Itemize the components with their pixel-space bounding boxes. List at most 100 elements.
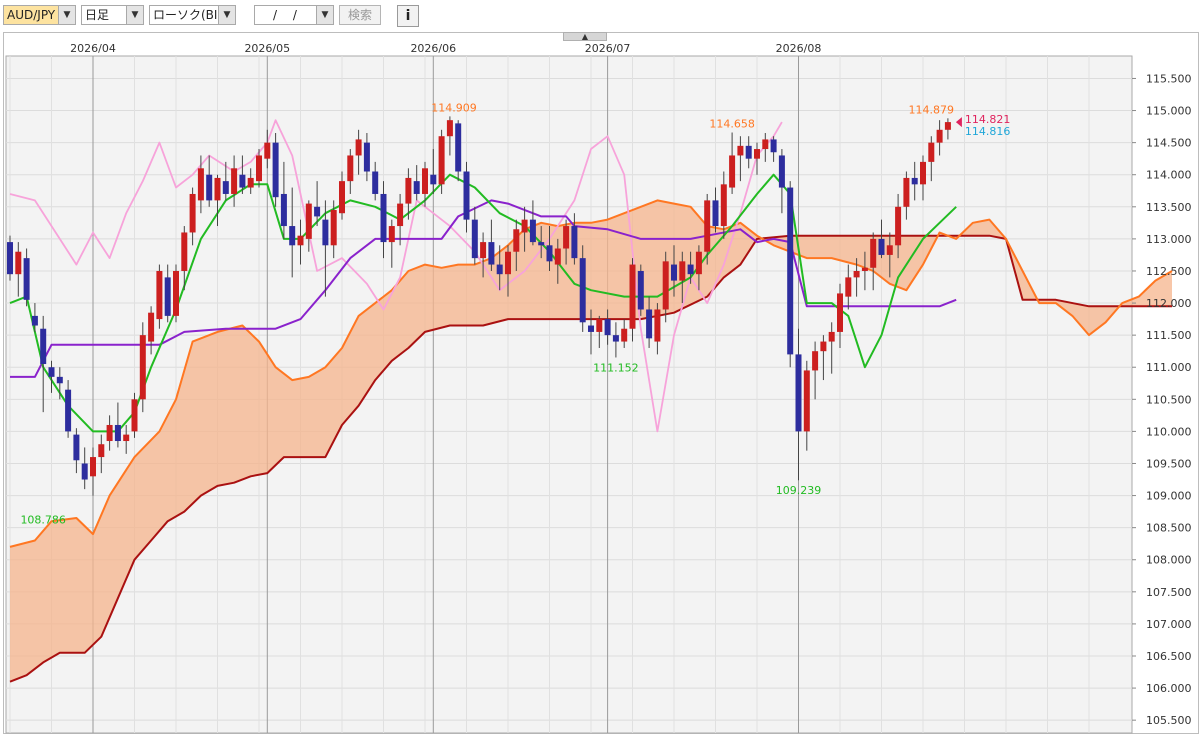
candle-body (787, 187, 794, 355)
y-tick-label: 110.500 (1146, 393, 1192, 406)
candle-body (231, 168, 238, 194)
candle-body (131, 399, 138, 432)
y-tick-label: 106.000 (1146, 682, 1192, 695)
candle-body (98, 444, 105, 458)
candle-body (139, 335, 146, 400)
candle-body (65, 389, 72, 432)
plot-area (5, 55, 1133, 734)
candle-body (588, 325, 594, 332)
candle-body (828, 331, 835, 342)
y-tick-label: 115.000 (1146, 105, 1192, 118)
candle-body (878, 238, 885, 255)
candle-body (612, 335, 619, 342)
y-tick-label: 112.000 (1146, 297, 1192, 310)
candle-body (695, 251, 702, 275)
candle-body (903, 177, 910, 207)
candle-body (322, 219, 329, 246)
candle-body (646, 309, 653, 339)
price-annotation: 114.909 (431, 101, 477, 114)
candle-body (23, 258, 30, 300)
candle-body (554, 248, 561, 265)
candle-body (513, 229, 520, 252)
candle-body (197, 168, 204, 201)
candle-body (289, 226, 296, 246)
candle-body (745, 145, 752, 159)
candle-body (388, 226, 395, 243)
candle-body (446, 120, 453, 137)
candle-body (15, 251, 22, 275)
candle-body (870, 238, 877, 268)
candle-body (280, 193, 287, 227)
candle-body (173, 270, 179, 316)
y-tick-label: 107.500 (1146, 586, 1192, 599)
y-tick-label: 113.500 (1146, 201, 1192, 214)
candle-body (314, 206, 321, 217)
y-tick-label: 114.000 (1146, 169, 1192, 182)
candle-body (621, 328, 628, 342)
candle-body (214, 177, 221, 201)
last-ask-label: 114.816 (965, 125, 1011, 138)
candle-body (654, 309, 661, 342)
candle-body (430, 174, 437, 185)
candle-body (546, 245, 553, 262)
y-tick-label: 110.000 (1146, 425, 1192, 438)
candle-body (363, 142, 370, 172)
candle-body (820, 341, 827, 352)
candle-body (455, 123, 462, 172)
candle-body (488, 242, 495, 265)
candle-body (920, 161, 926, 185)
price-annotation: 109.239 (776, 484, 822, 497)
candle-body (704, 200, 711, 252)
y-tick-label: 107.000 (1146, 618, 1192, 631)
candle-body (579, 258, 586, 323)
candle-body (845, 277, 852, 297)
candle-body (247, 177, 254, 188)
candle-body (40, 328, 47, 365)
candle-body (7, 242, 13, 275)
ichimoku-chart: 2026/04 2026/05 2026/06 2026/07 2026/08 115.… (5, 42, 1192, 734)
candle-body (895, 206, 902, 246)
candle-body (114, 424, 121, 442)
candle-body (413, 181, 420, 194)
candle-body (305, 203, 312, 239)
y-tick-label: 105.500 (1146, 714, 1192, 727)
candle-body (729, 155, 736, 188)
candle-body (339, 181, 345, 214)
candle-body (372, 171, 379, 194)
candle-body (529, 219, 536, 243)
candle-body (397, 203, 404, 227)
candle-body (538, 242, 545, 246)
candle-body (297, 235, 304, 246)
candle-body (671, 264, 677, 281)
candle-body (81, 463, 88, 480)
x-tick-label: 2026/06 (410, 42, 456, 55)
candle-body (936, 129, 943, 143)
candle-body (463, 171, 470, 220)
candle-body (496, 264, 503, 275)
y-tick-label: 112.500 (1146, 265, 1192, 278)
candle-body (521, 219, 528, 233)
candle-body (380, 193, 387, 243)
y-tick-label: 115.500 (1146, 72, 1192, 85)
candle-body (812, 351, 819, 371)
candle-body (629, 264, 636, 329)
candle-body (330, 210, 337, 246)
price-annotation: 108.786 (20, 513, 66, 526)
candle-body (438, 136, 445, 185)
y-tick-label: 113.000 (1146, 233, 1192, 246)
candle-body (73, 434, 80, 461)
candle-body (571, 226, 578, 259)
price-annotation: 114.879 (909, 103, 955, 116)
candle-body (679, 261, 686, 281)
candle-body (687, 264, 694, 275)
candle-body (563, 226, 570, 249)
candle-body (206, 174, 213, 201)
candle-body (164, 277, 171, 316)
x-tick-label: 2026/08 (776, 42, 822, 55)
candle-body (754, 149, 760, 159)
candle-body (770, 139, 777, 153)
candle-body (222, 181, 229, 194)
candle-body (48, 367, 55, 377)
candle-body (837, 293, 843, 332)
candle-body (637, 270, 644, 310)
